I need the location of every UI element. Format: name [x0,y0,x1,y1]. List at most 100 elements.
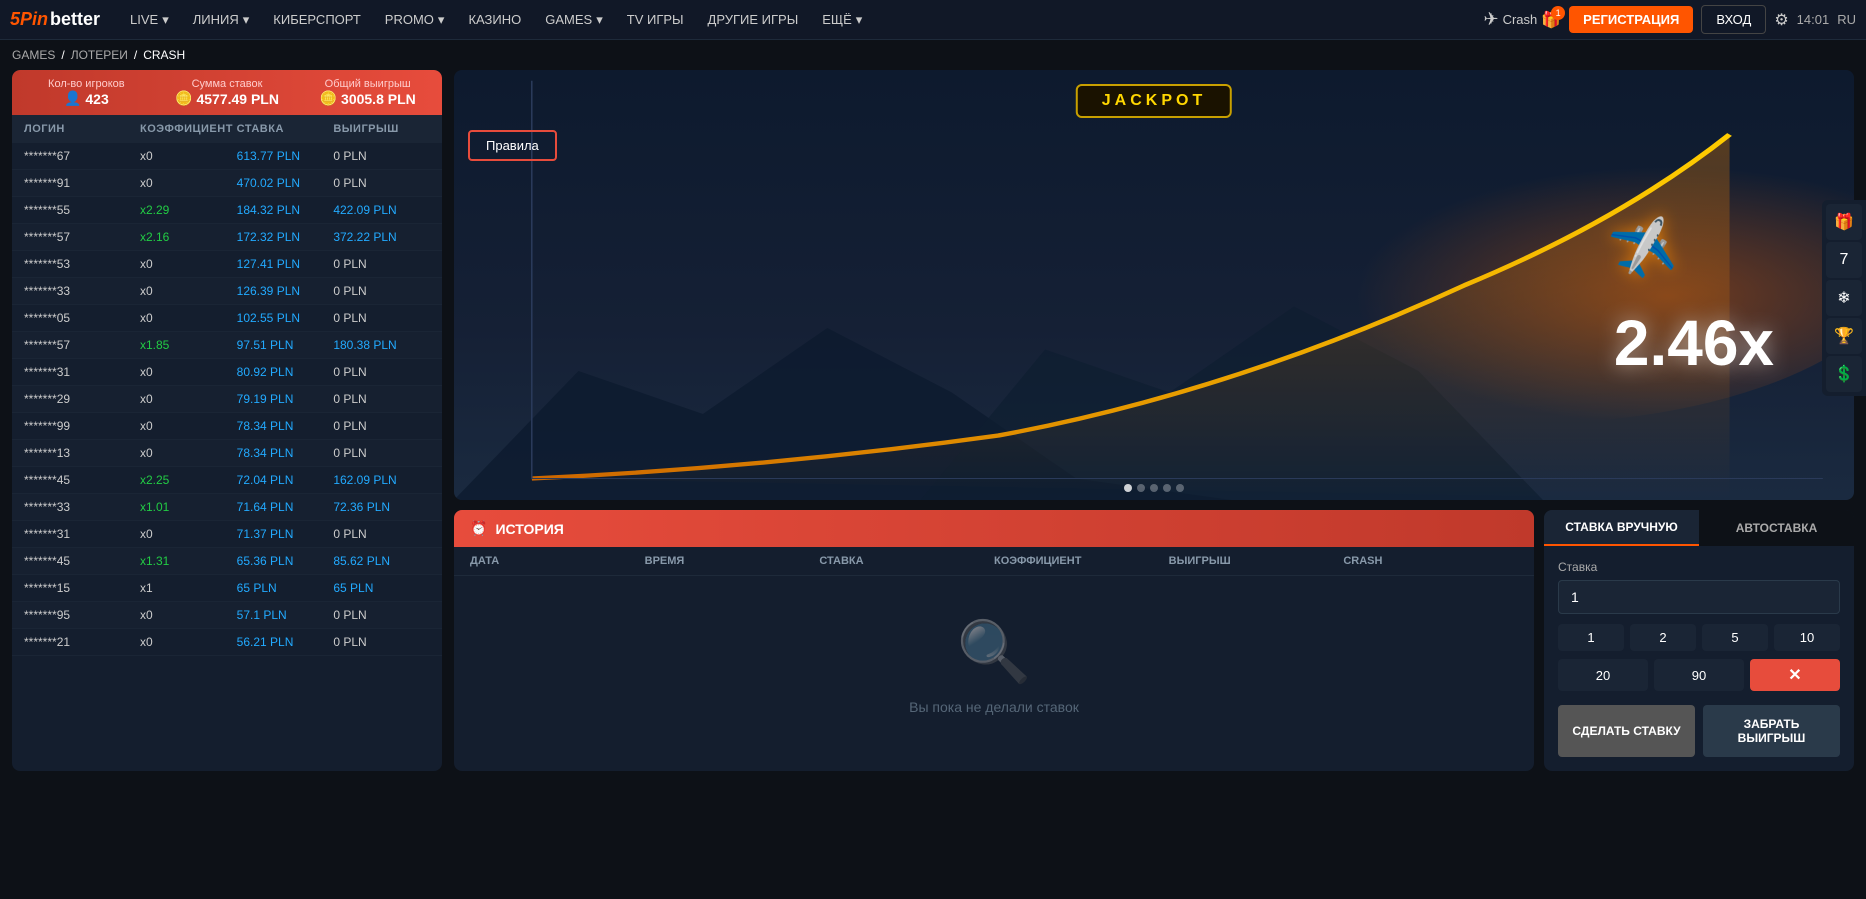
nav-promo[interactable]: PROMO ▾ [375,0,455,40]
sidebar-gift-button[interactable]: 🎁 [1826,204,1862,240]
player-win: 0 PLN [333,149,430,163]
take-win-button[interactable]: ЗАБРАТЬ ВЫИГРЫШ [1703,705,1840,757]
history-col-date: ДАТА [470,555,645,567]
history-col-win: ВЫИГРЫШ [1169,555,1344,567]
player-coeff: x1.85 [140,338,237,352]
clear-bet-button[interactable]: ✕ [1750,659,1840,691]
logo[interactable]: 5Pin better [10,9,100,30]
history-header: ⏰ ИСТОРИЯ [454,510,1534,547]
history-empty-state: 🔍 Вы пока не делали ставок [454,576,1534,755]
nav-more[interactable]: ЕЩЁ ▾ [812,0,872,40]
player-coeff: x0 [140,365,237,379]
bet-panel: СТАВКА ВРУЧНУЮ АВТОСТАВКА Ставка 1 2 5 1… [1544,510,1854,771]
player-coeff: x0 [140,149,237,163]
player-bet: 184.32 PLN [237,203,334,217]
table-row: *******33 x1.01 71.64 PLN 72.36 PLN [12,494,442,521]
quick-btn-20[interactable]: 20 [1558,659,1648,691]
tab-auto-bet[interactable]: АВТОСТАВКА [1699,510,1854,546]
breadcrumb: GAMES / ЛОТЕРЕИ / CRASH [0,40,1866,70]
make-bet-button[interactable]: СДЕЛАТЬ СТАВКУ [1558,705,1695,757]
player-login: *******31 [24,527,140,541]
nav-tv-games[interactable]: TV ИГРЫ [617,0,694,40]
player-coeff: x0 [140,419,237,433]
player-coeff: x0 [140,284,237,298]
table-row: *******13 x0 78.34 PLN 0 PLN [12,440,442,467]
table-header: ЛОГИН КОЭФФИЦИЕНТ СТАВКА ВЫИГРЫШ [12,115,442,143]
table-row: *******57 x2.16 172.32 PLN 372.22 PLN [12,224,442,251]
table-row: *******55 x2.29 184.32 PLN 422.09 PLN [12,197,442,224]
nav-live[interactable]: LIVE ▾ [120,0,179,40]
player-win: 0 PLN [333,527,430,541]
plane-nav-icon: ✈ [1483,9,1498,30]
history-col-time: ВРЕМЯ [645,555,820,567]
bet-content: Ставка 1 2 5 10 20 90 ✕ СДЕЛАТЬ СТА [1544,546,1854,771]
login-button[interactable]: ВХОД [1701,5,1766,34]
settings-button[interactable]: ⚙ [1774,10,1788,30]
jackpot-banner: JACKPOT [1076,84,1232,118]
right-sidebar: 🎁 7 ❄ 🏆 💲 [1822,200,1866,396]
tab-manual-bet[interactable]: СТАВКА ВРУЧНУЮ [1544,510,1699,546]
stake-input[interactable] [1558,580,1840,614]
nav-liniya[interactable]: ЛИНИЯ ▾ [183,0,260,40]
breadcrumb-lotteries[interactable]: ЛОТЕРЕИ [71,48,128,62]
nav-cybersport[interactable]: КИБЕРСПОРТ [263,0,371,40]
top-navigation: 5Pin better LIVE ▾ ЛИНИЯ ▾ КИБЕРСПОРТ PR… [0,0,1866,40]
quick-btn-10[interactable]: 10 [1774,624,1840,651]
player-login: *******67 [24,149,140,163]
main-layout: Кол-во игроков 👤 423 Сумма ставок 🪙 4577… [0,70,1866,783]
person-icon: 👤 [64,90,81,107]
nav-right-section: 🎁 1 РЕГИСТРАЦИЯ ВХОД ⚙ 14:01 RU [1541,5,1856,34]
rules-button[interactable]: Правила [468,130,557,161]
table-row: *******21 x0 56.21 PLN 0 PLN [12,629,442,656]
history-col-bet: СТАВКА [819,555,994,567]
nav-casino[interactable]: КАЗИНО [458,0,531,40]
breadcrumb-games[interactable]: GAMES [12,48,55,62]
player-coeff: x2.29 [140,203,237,217]
player-login: *******05 [24,311,140,325]
sidebar-dollar-button[interactable]: 💲 [1826,356,1862,392]
player-bet: 71.64 PLN [237,500,334,514]
player-coeff: x1.01 [140,500,237,514]
sidebar-snowflake-button[interactable]: ❄ [1826,280,1862,316]
nav-games[interactable]: GAMES ▾ [535,0,613,40]
quick-btn-2[interactable]: 2 [1630,624,1696,651]
player-win: 422.09 PLN [333,203,430,217]
player-win: 0 PLN [333,257,430,271]
player-win: 0 PLN [333,635,430,649]
sidebar-number-button[interactable]: 7 [1826,242,1862,278]
sidebar-trophy-button[interactable]: 🏆 [1826,318,1862,354]
history-panel: ⏰ ИСТОРИЯ ДАТА ВРЕМЯ СТАВКА КОЭФФИЦИЕНТ … [454,510,1534,771]
register-button[interactable]: РЕГИСТРАЦИЯ [1569,6,1693,33]
nav-other-games[interactable]: ДРУГИЕ ИГРЫ [698,0,809,40]
gift-button[interactable]: 🎁 1 [1541,10,1561,30]
player-win: 0 PLN [333,284,430,298]
stat-players: Кол-во игроков 👤 423 [24,78,149,107]
quick-btn-5[interactable]: 5 [1702,624,1768,651]
table-row: *******31 x0 71.37 PLN 0 PLN [12,521,442,548]
crash-curve [454,70,1854,500]
players-panel: Кол-во игроков 👤 423 Сумма ставок 🪙 4577… [12,70,442,771]
player-win: 162.09 PLN [333,473,430,487]
quick-btn-1[interactable]: 1 [1558,624,1624,651]
stat-wins: Общий выигрыш 🪙 3005.8 PLN [305,78,430,107]
stake-label: Ставка [1558,560,1840,574]
curve-container [454,70,1854,500]
player-bet: 613.77 PLN [237,149,334,163]
player-bet: 79.19 PLN [237,392,334,406]
bottom-area: ⏰ ИСТОРИЯ ДАТА ВРЕМЯ СТАВКА КОЭФФИЦИЕНТ … [454,510,1854,771]
clock-icon: ⏰ [470,520,487,537]
table-row: *******45 x2.25 72.04 PLN 162.09 PLN [12,467,442,494]
current-time: 14:01 [1797,12,1830,27]
player-login: *******33 [24,284,140,298]
player-coeff: x1.31 [140,554,237,568]
language-selector[interactable]: RU [1837,12,1856,27]
player-win: 0 PLN [333,392,430,406]
player-login: *******99 [24,419,140,433]
player-login: *******21 [24,635,140,649]
dot-3 [1150,484,1158,492]
player-bet: 56.21 PLN [237,635,334,649]
player-login: *******29 [24,392,140,406]
right-panel: JACKPOT Правила [442,70,1854,771]
quick-btn-90[interactable]: 90 [1654,659,1744,691]
quick-bet-buttons-2: 20 90 ✕ [1558,659,1840,691]
